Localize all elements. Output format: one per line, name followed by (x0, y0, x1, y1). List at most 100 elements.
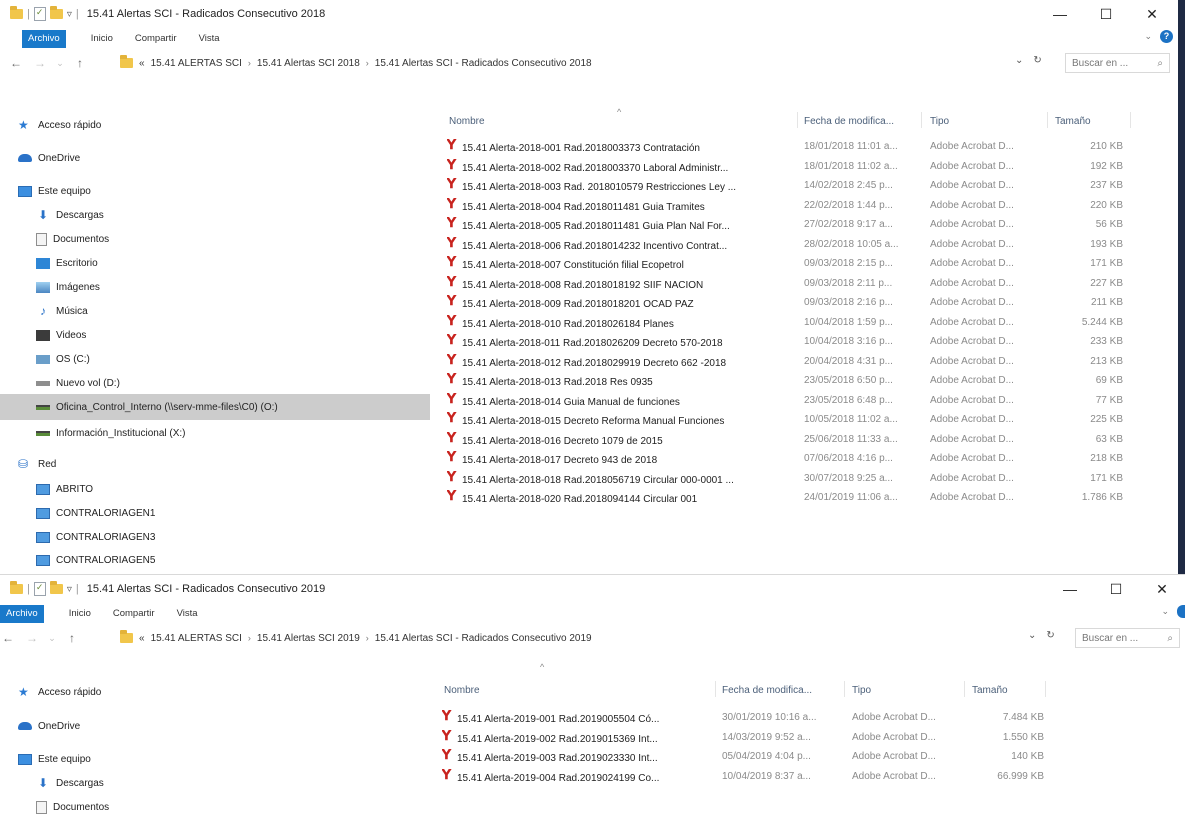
file-row[interactable]: 15.41 Alerta-2018-001 Rad.2018003373 Con… (447, 138, 1137, 156)
overflow-chevron[interactable]: « (139, 633, 145, 644)
new-folder-icon[interactable] (49, 6, 63, 19)
file-row[interactable]: 15.41 Alerta-2018-010 Rad.2018026184 Pla… (447, 314, 1137, 332)
breadcrumb-separator[interactable]: › (248, 633, 251, 643)
column-header-fecha[interactable]: Fecha de modifica... (722, 685, 812, 696)
close-button[interactable]: ✕ (1139, 581, 1185, 598)
search-box[interactable]: Buscar en ... ⌕ (1065, 53, 1170, 73)
tab-archivo[interactable]: Archivo (0, 605, 44, 623)
back-arrow-icon[interactable]: ← (8, 56, 24, 70)
file-name-cell[interactable]: 15.41 Alerta-2018-015 Decreto Reforma Ma… (447, 411, 802, 429)
column-divider[interactable] (921, 112, 922, 128)
file-name-cell[interactable]: 15.41 Alerta-2018-011 Rad.2018026209 Dec… (447, 333, 802, 351)
nav-item-descargas[interactable]: ⬇ Descargas (36, 772, 104, 794)
nav-item-contraloriagen3[interactable]: CONTRALORIAGEN3 (36, 526, 155, 548)
nav-item-documentos[interactable]: Documentos (36, 796, 109, 818)
breadcrumb-item[interactable]: 15.41 Alertas SCI - Radicados Consecutiv… (375, 58, 592, 69)
file-row[interactable]: 15.41 Alerta-2018-011 Rad.2018026209 Dec… (447, 333, 1137, 351)
recent-locations-icon[interactable]: ⌄ (52, 58, 68, 69)
nav-item-contraloriagen5[interactable]: CONTRALORIAGEN5 (36, 550, 155, 570)
search-input[interactable]: Buscar en ... (1072, 58, 1128, 69)
expand-ribbon-icon[interactable]: ⌄ (1161, 606, 1169, 617)
file-name-cell[interactable]: 15.41 Alerta-2019-003 Rad.2019023330 Int… (442, 748, 717, 766)
tab-compartir[interactable]: Compartir (102, 605, 166, 623)
column-header-nombre[interactable]: Nombre (449, 116, 485, 127)
file-name-cell[interactable]: 15.41 Alerta-2018-014 Guia Manual de fun… (447, 392, 802, 410)
new-folder-icon[interactable] (49, 581, 63, 594)
refresh-icon[interactable]: ↻ (1033, 55, 1041, 66)
column-header-tipo[interactable]: Tipo (852, 685, 871, 696)
nav-item-red[interactable]: ⛁ Red (18, 453, 56, 475)
file-row[interactable]: 15.41 Alerta-2018-018 Rad.2018056719 Cir… (447, 470, 1137, 488)
tab-inicio[interactable]: Inicio (58, 605, 102, 623)
overflow-chevron[interactable]: « (139, 58, 145, 69)
tab-compartir[interactable]: Compartir (124, 30, 188, 48)
file-name-cell[interactable]: 15.41 Alerta-2018-013 Rad.2018 Res 0935 (447, 372, 802, 390)
help-icon[interactable]: ? (1160, 30, 1173, 43)
nav-item-musica[interactable]: ♪ Música (36, 300, 88, 322)
nav-item-este-equipo[interactable]: Este equipo (18, 180, 91, 202)
file-name-cell[interactable]: 15.41 Alerta-2019-001 Rad.2019005504 Có.… (442, 709, 717, 727)
maximize-button[interactable]: ☐ (1093, 581, 1139, 598)
column-header-fecha[interactable]: Fecha de modifica... (804, 116, 894, 127)
breadcrumb-item[interactable]: 15.41 ALERTAS SCI (151, 58, 242, 69)
nav-item-onedrive[interactable]: OneDrive (18, 147, 80, 169)
help-icon[interactable] (1177, 605, 1185, 618)
file-name-cell[interactable]: 15.41 Alerta-2018-009 Rad.2018018201 OCA… (447, 294, 802, 312)
close-button[interactable]: ✕ (1129, 6, 1175, 23)
file-name-cell[interactable]: 15.41 Alerta-2018-001 Rad.2018003373 Con… (447, 138, 802, 156)
file-name-cell[interactable]: 15.41 Alerta-2018-017 Decreto 943 de 201… (447, 450, 802, 468)
file-name-cell[interactable]: 15.41 Alerta-2018-004 Rad.2018011481 Gui… (447, 197, 802, 215)
file-name-cell[interactable]: 15.41 Alerta-2018-003 Rad. 2018010579 Re… (447, 177, 802, 195)
refresh-icon[interactable]: ↻ (1046, 630, 1054, 641)
file-row[interactable]: 15.41 Alerta-2018-004 Rad.2018011481 Gui… (447, 197, 1137, 215)
file-row[interactable]: 15.41 Alerta-2018-006 Rad.2018014232 Inc… (447, 236, 1137, 254)
column-divider[interactable] (844, 681, 845, 697)
nav-item-acceso-rapido[interactable]: ★ Acceso rápido (18, 681, 101, 703)
tab-inicio[interactable]: Inicio (80, 30, 124, 48)
column-header-nombre[interactable]: Nombre (444, 685, 480, 696)
minimize-button[interactable]: — (1047, 581, 1093, 597)
properties-icon[interactable] (33, 7, 46, 21)
breadcrumb-item[interactable]: 15.41 ALERTAS SCI (151, 633, 242, 644)
file-row[interactable]: 15.41 Alerta-2018-012 Rad.2018029919 Dec… (447, 353, 1137, 371)
file-name-cell[interactable]: 15.41 Alerta-2018-008 Rad.2018018192 SII… (447, 275, 802, 293)
file-row[interactable]: 15.41 Alerta-2018-003 Rad. 2018010579 Re… (447, 177, 1137, 195)
tab-archivo[interactable]: Archivo (22, 30, 66, 48)
breadcrumb-separator[interactable]: › (366, 633, 369, 643)
file-name-cell[interactable]: 15.41 Alerta-2018-005 Rad.2018011481 Gui… (447, 216, 802, 234)
file-name-cell[interactable]: 15.41 Alerta-2018-006 Rad.2018014232 Inc… (447, 236, 802, 254)
column-divider[interactable] (1047, 112, 1048, 128)
file-row[interactable]: 15.41 Alerta-2018-014 Guia Manual de fun… (447, 392, 1137, 410)
file-row[interactable]: 15.41 Alerta-2018-007 Constitución filia… (447, 255, 1137, 273)
file-row[interactable]: 15.41 Alerta-2018-020 Rad.2018094144 Cir… (447, 489, 1137, 507)
column-header-tamano[interactable]: Tamaño (1055, 116, 1091, 127)
nav-item-imagenes[interactable]: Imágenes (36, 276, 100, 298)
file-row[interactable]: 15.41 Alerta-2018-016 Decreto 1079 de 20… (447, 431, 1137, 449)
file-name-cell[interactable]: 15.41 Alerta-2018-012 Rad.2018029919 Dec… (447, 353, 802, 371)
nav-item-este-equipo[interactable]: Este equipo (18, 748, 91, 770)
properties-icon[interactable] (33, 582, 46, 596)
customize-toolbar-icon[interactable]: ▿ (67, 9, 72, 20)
breadcrumb-separator[interactable]: › (248, 58, 251, 68)
back-arrow-icon[interactable]: ← (0, 631, 16, 645)
forward-arrow-icon[interactable]: → (32, 56, 48, 70)
file-name-cell[interactable]: 15.41 Alerta-2018-007 Constitución filia… (447, 255, 802, 273)
tab-vista[interactable]: Vista (166, 605, 209, 623)
nav-item-abrito[interactable]: ABRITO (36, 478, 93, 500)
file-row[interactable]: 15.41 Alerta-2019-001 Rad.2019005504 Có.… (442, 709, 1044, 727)
nav-item-descargas[interactable]: ⬇ Descargas (36, 204, 104, 226)
file-row[interactable]: 15.41 Alerta-2018-009 Rad.2018018201 OCA… (447, 294, 1137, 312)
file-name-cell[interactable]: 15.41 Alerta-2018-020 Rad.2018094144 Cir… (447, 489, 802, 507)
nav-item-acceso-rapido[interactable]: ★ Acceso rápido (18, 114, 101, 136)
forward-arrow-icon[interactable]: → (24, 631, 40, 645)
address-dropdown-icon[interactable]: ⌄ (1028, 630, 1036, 641)
file-row[interactable]: 15.41 Alerta-2019-002 Rad.2019015369 Int… (442, 729, 1044, 747)
nav-item-nuevo-vol-d[interactable]: Nuevo vol (D:) (36, 372, 120, 394)
nav-item-escritorio[interactable]: Escritorio (36, 252, 98, 274)
search-input[interactable]: Buscar en ... (1082, 633, 1138, 644)
recent-locations-icon[interactable]: ⌄ (44, 633, 60, 644)
nav-item-contraloriagen1[interactable]: CONTRALORIAGEN1 (36, 502, 155, 524)
file-row[interactable]: 15.41 Alerta-2018-008 Rad.2018018192 SII… (447, 275, 1137, 293)
search-box[interactable]: Buscar en ... ⌕ (1075, 628, 1180, 648)
column-header-tipo[interactable]: Tipo (930, 116, 949, 127)
